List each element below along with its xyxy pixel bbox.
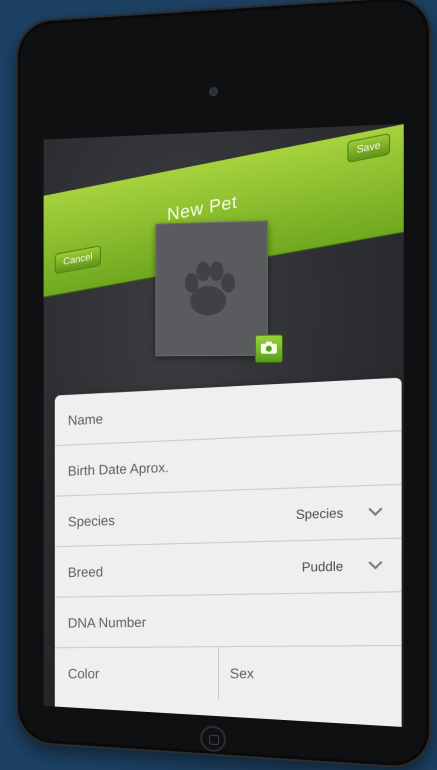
breed-label: Breed [67,563,104,580]
breed-value: Puddle [301,558,344,575]
paw-icon [184,261,235,316]
chevron-down-icon [368,506,383,517]
species-value: Species [295,505,344,522]
field-divider [217,647,219,700]
color-field[interactable]: Color [68,666,100,682]
dna-number-label: DNA Number [67,614,147,631]
app-screen: Cancel New Pet Save Name Birth Date Apro… [43,123,404,728]
breed-select[interactable]: Breed Puddle [54,538,402,598]
sex-field[interactable]: Sex [230,665,254,681]
camera-button[interactable] [254,334,283,363]
species-select[interactable]: Species Species [54,484,402,548]
pet-form: Name Birth Date Aprox. Species Species B… [54,377,402,728]
color-sex-row: Color Sex [55,646,402,700]
species-label: Species [67,512,115,530]
pet-photo-placeholder[interactable] [155,220,283,363]
front-camera [210,87,217,96]
birth-date-label: Birth Date Aprox. [67,459,169,479]
dna-number-field[interactable]: DNA Number [54,592,402,649]
save-button[interactable]: Save [347,133,390,163]
camera-icon [260,341,277,354]
tablet-frame: Cancel New Pet Save Name Birth Date Apro… [15,0,432,770]
chevron-down-icon [368,560,383,571]
name-label: Name [67,410,104,429]
home-button[interactable] [200,725,226,753]
page-title: New Pet [167,191,238,225]
cancel-button[interactable]: Cancel [54,245,101,275]
